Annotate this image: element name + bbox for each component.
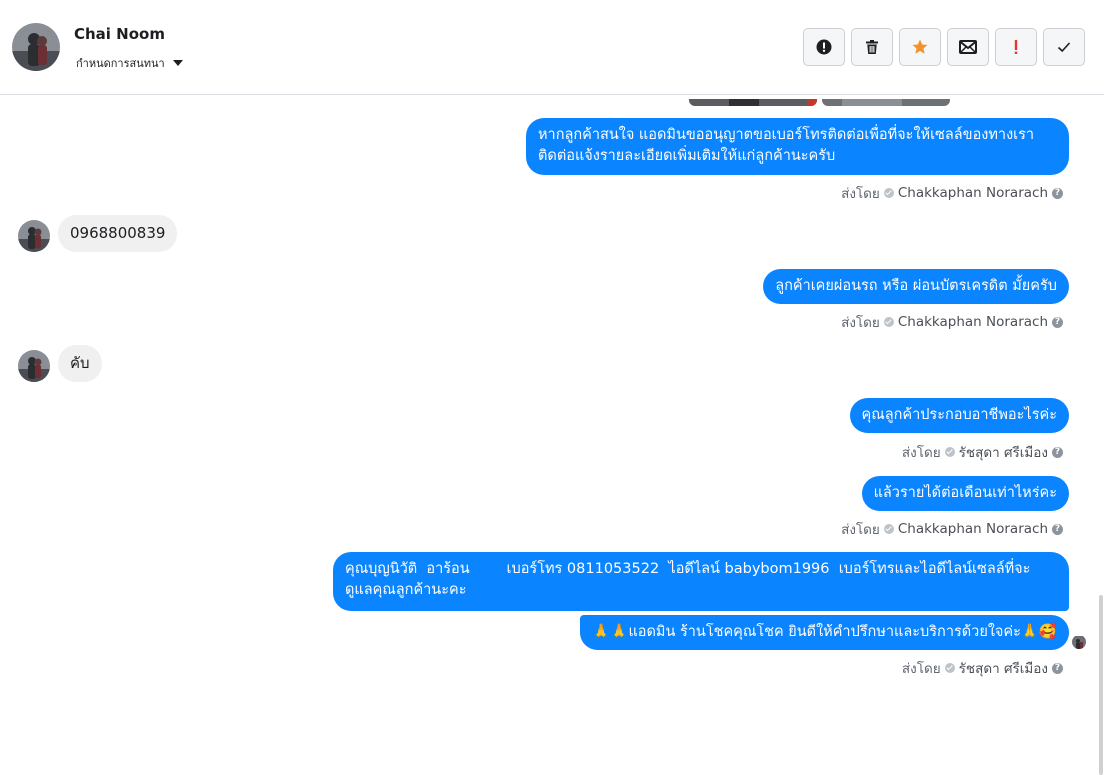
page-check-icon <box>944 447 955 457</box>
sent-by-prefix: ส่งโดย <box>901 661 941 677</box>
alert-circle-icon <box>816 39 832 55</box>
message-text-line: ติดต่อแจ้งรายละเอียดเพิ่มเติมให้แก่ลูกค้… <box>538 148 836 164</box>
action-toolbar <box>803 28 1085 66</box>
sent-by-label: ส่งโดย Chakkaphan Norarach ? <box>841 311 1063 333</box>
message-text: 0968800839 <box>70 224 166 242</box>
help-icon[interactable]: ? <box>1052 523 1063 535</box>
contact-avatar-small[interactable] <box>18 350 50 382</box>
page-check-icon <box>944 663 955 673</box>
conversation-header: Chai Noom กำหนดการสนทนา <box>0 0 1104 95</box>
thread-scrollbar[interactable] <box>1098 95 1104 775</box>
star-icon <box>912 39 928 54</box>
trash-icon <box>866 40 878 54</box>
outgoing-message[interactable]: หากลูกค้าสนใจ แอดมินขออนุญาตขอเบอร์โทรติ… <box>526 118 1069 175</box>
attachment-image[interactable] <box>689 95 817 106</box>
contact-avatar-small[interactable] <box>18 220 50 252</box>
outgoing-message[interactable]: คุณบุญนิวัติ อาร้อน เบอร์โทร 0811053522 … <box>333 552 1069 611</box>
contact-avatar[interactable] <box>12 23 60 71</box>
sent-by-label: ส่งโดย รัชสุดา ศรีเมือง ? <box>902 441 1063 463</box>
help-icon[interactable]: ? <box>1052 316 1063 328</box>
sender-name[interactable]: Chakkaphan Norarach <box>898 521 1048 537</box>
message-text-line: หากลูกค้าสนใจ แอดมินขออนุญาตขอเบอร์โทรติ… <box>538 127 1035 143</box>
outgoing-message[interactable]: ลูกค้าเคยผ่อนรถ หรือ ผ่อนบัตรเครดิต มั้ย… <box>763 269 1069 304</box>
outgoing-message[interactable]: คุณลูกค้าประกอบอาชีพอะไรค่ะ <box>849 398 1069 433</box>
conversation-settings-dropdown[interactable]: กำหนดการสนทนา <box>76 54 183 72</box>
sender-name[interactable]: Chakkaphan Norarach <box>898 314 1048 330</box>
message-text: คับ <box>70 354 90 372</box>
sender-name[interactable]: Chakkaphan Norarach <box>898 185 1048 201</box>
incoming-message[interactable]: คับ <box>58 345 102 382</box>
seen-indicator-avatar <box>1072 635 1086 649</box>
outgoing-message[interactable]: 🙏🙏แอดมิน ร้านโชคคุณโชค ยินดีให้คำปรึกษาแ… <box>580 615 1069 650</box>
chevron-down-icon <box>172 60 183 66</box>
message-text-line: คุณบุญนิวัติ อาร้อน เบอร์โทร 0811053522 … <box>345 561 1031 577</box>
important-button[interactable] <box>995 28 1037 66</box>
attachment-image[interactable] <box>822 95 950 106</box>
sent-by-label: ส่งโดย Chakkaphan Norarach ? <box>841 518 1063 540</box>
message-thread[interactable]: หากลูกค้าสนใจ แอดมินขออนุญาตขอเบอร์โทรติ… <box>0 95 1098 702</box>
sent-by-prefix: ส่งโดย <box>841 315 880 331</box>
incoming-message[interactable]: 0968800839 <box>58 215 178 252</box>
page-check-icon <box>883 317 894 327</box>
sent-by-prefix: ส่งโดย <box>841 522 880 538</box>
sender-name[interactable]: รัชสุดา ศรีเมือง <box>959 441 1048 463</box>
alert-button[interactable] <box>803 28 845 66</box>
attachment-thumbnails <box>689 95 950 106</box>
sent-by-label: ส่งโดย Chakkaphan Norarach ? <box>841 182 1063 204</box>
sent-by-prefix: ส่งโดย <box>841 186 880 202</box>
conversation-settings-label: กำหนดการสนทนา <box>76 57 165 70</box>
star-button[interactable] <box>899 28 941 66</box>
outgoing-message[interactable]: แล้วรายได้ต่อเดือนเท่าไหร่คะ <box>861 476 1069 511</box>
page-check-icon <box>883 188 894 198</box>
message-text: 🙏🙏แอดมิน ร้านโชคคุณโชค ยินดีให้คำปรึกษาแ… <box>592 624 1057 640</box>
help-icon[interactable]: ? <box>1052 446 1063 458</box>
help-icon[interactable]: ? <box>1052 662 1063 674</box>
message-text: แล้วรายได้ต่อเดือนเท่าไหร่คะ <box>873 485 1057 501</box>
page-check-icon <box>883 524 894 534</box>
envelope-icon <box>959 40 977 54</box>
message-text-line: ดูแลคุณลูกค้านะคะ <box>345 582 467 598</box>
scrollbar-thumb[interactable] <box>1099 595 1103 775</box>
mail-button[interactable] <box>947 28 989 66</box>
sent-by-label: ส่งโดย รัชสุดา ศรีเมือง ? <box>902 657 1063 679</box>
help-icon[interactable]: ? <box>1052 187 1063 199</box>
sender-name[interactable]: รัชสุดา ศรีเมือง <box>959 657 1048 679</box>
delete-button[interactable] <box>851 28 893 66</box>
exclamation-icon <box>1014 40 1018 54</box>
message-text: คุณลูกค้าประกอบอาชีพอะไรค่ะ <box>861 407 1057 423</box>
done-button[interactable] <box>1043 28 1085 66</box>
check-icon <box>1057 42 1071 53</box>
sent-by-prefix: ส่งโดย <box>901 445 941 461</box>
contact-name[interactable]: Chai Noom <box>74 25 165 43</box>
message-text: ลูกค้าเคยผ่อนรถ หรือ ผ่อนบัตรเครดิต มั้ย… <box>775 278 1057 294</box>
